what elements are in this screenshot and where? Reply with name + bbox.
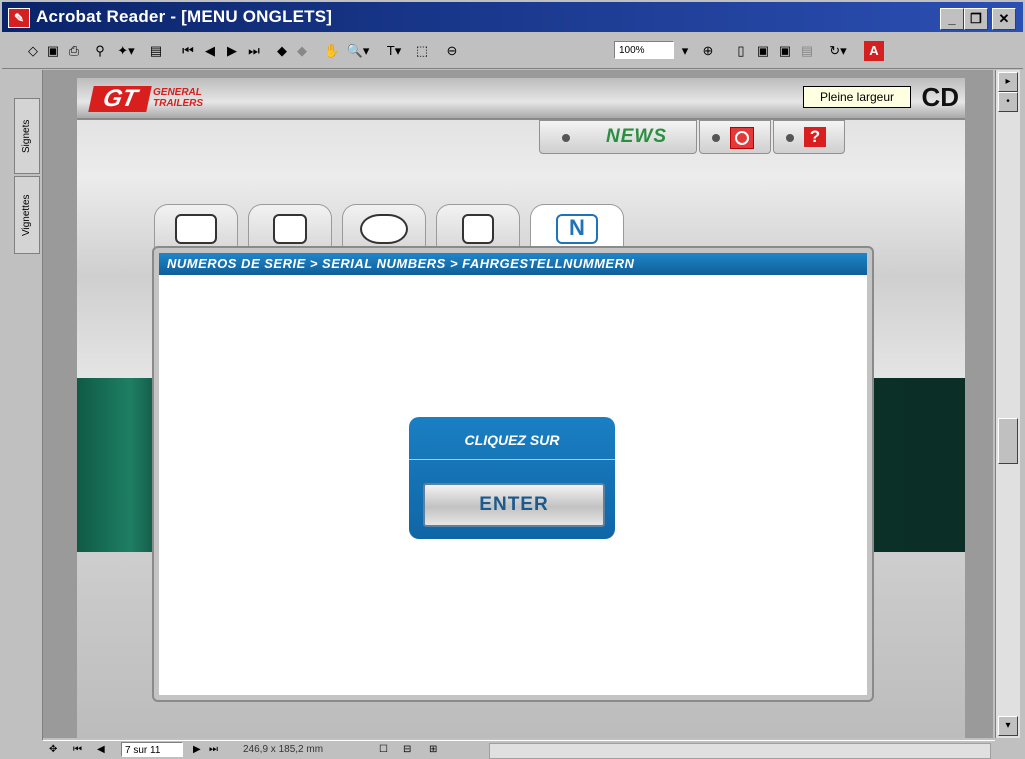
tab-serial-numbers[interactable]: N — [530, 204, 624, 251]
hand-tool-icon[interactable]: ✋ — [322, 41, 342, 61]
fit-page-icon[interactable]: ▣ — [754, 41, 772, 61]
document-page: GT GENERAL TRAILERS CD NEWS ? N NUMEROS … — [77, 78, 965, 738]
document-tab-icon — [462, 214, 494, 244]
reflow-icon[interactable]: ▤ — [798, 41, 816, 61]
nav-first-icon[interactable]: ✥ — [49, 743, 57, 757]
thumbnails-icon[interactable]: ▤ — [146, 41, 166, 61]
scroll-down-icon[interactable]: ▾ — [998, 716, 1018, 736]
tab-document[interactable] — [436, 204, 520, 249]
acrobat-window: ✎ Acrobat Reader - [MENU ONGLETS] _ ❐ ✕ … — [0, 0, 1025, 759]
fit-width-icon[interactable]: ▣ — [776, 41, 794, 61]
help-icon: ? — [804, 127, 826, 147]
scroll-up-icon[interactable]: ▸ — [998, 72, 1018, 92]
tab-vignettes[interactable]: Vignettes — [14, 176, 40, 254]
enter-box: CLIQUEZ SUR ENTER — [409, 417, 615, 539]
help-button[interactable]: ? — [773, 120, 845, 154]
actual-size-icon[interactable]: ▯ — [732, 41, 750, 61]
eye-tab-icon — [360, 214, 408, 244]
zoom-tool-icon[interactable]: 🔍▾ — [344, 41, 372, 61]
scroll-thumb[interactable] — [998, 418, 1018, 464]
tab-signets[interactable]: Signets — [14, 98, 40, 174]
first-page-icon[interactable]: ⏮ — [180, 41, 196, 61]
logo-sub-trailers: TRAILERS — [153, 98, 203, 109]
forward-icon[interactable]: ◆ — [294, 41, 310, 61]
window-title: Acrobat Reader - [MENU ONGLETS] — [36, 7, 333, 26]
cd-label: CD — [921, 82, 959, 112]
enter-caption: CLIQUEZ SUR — [409, 417, 615, 460]
search-icon[interactable]: ✦▾ — [112, 41, 140, 61]
news-button[interactable]: NEWS — [539, 120, 697, 154]
gt-logo[interactable]: GT GENERAL TRAILERS — [88, 85, 241, 114]
text-select-icon[interactable]: T▾ — [380, 41, 408, 61]
tab-eye[interactable] — [342, 204, 426, 249]
tab-info[interactable] — [248, 204, 332, 249]
bullet-icon — [562, 134, 570, 142]
page-size-label: 246,9 x 185,2 mm — [243, 744, 324, 755]
page-number-field[interactable]: 7 sur 11 — [121, 742, 183, 757]
toolbar: ◇ ▣ ⎙ ⚲ ✦▾ ▤ ⏮ ◀ ▶ ⏭ ◆ ◆ ✋ 🔍▾ T▾ ⬚ ⊖ ▾ ⊕… — [2, 34, 1023, 69]
logo-sub-general: GENERAL — [153, 87, 202, 98]
n-tab-icon: N — [556, 214, 598, 244]
back-icon[interactable]: ◆ — [274, 41, 290, 61]
next-page-icon[interactable]: ▶ — [224, 41, 240, 61]
restore-button[interactable]: ❐ — [964, 8, 988, 30]
zoom-dropdown-arrow[interactable]: ▾ — [678, 41, 692, 61]
save-icon[interactable]: ▣ — [44, 41, 62, 61]
enter-button[interactable]: ENTER — [423, 483, 605, 527]
logo-gt: GT — [88, 85, 152, 112]
find-icon[interactable]: ⚲ — [90, 41, 110, 61]
print-icon[interactable]: ⎙ — [64, 41, 84, 61]
zoom-in-icon[interactable]: ⊕ — [698, 41, 718, 61]
close-button[interactable]: ✕ — [992, 8, 1016, 30]
status-prev-page-icon[interactable]: ◀ — [97, 743, 105, 757]
prev-page-icon[interactable]: ◀ — [202, 41, 218, 61]
scroll-split-icon[interactable]: • — [998, 92, 1018, 112]
tab-box[interactable] — [154, 204, 238, 249]
graphics-select-icon[interactable]: ⬚ — [412, 41, 432, 61]
info-tab-icon — [273, 214, 307, 244]
target-icon — [730, 127, 754, 149]
last-page-icon[interactable]: ⏭ — [246, 41, 262, 61]
panel-title: NUMEROS DE SERIE > SERIAL NUMBERS > FAHR… — [159, 253, 867, 275]
zoom-out-icon[interactable]: ⊖ — [442, 41, 462, 61]
status-bar: ✥ ⏮ ◀ 7 sur 11 ▶ ⏭ 246,9 x 185,2 mm ☐ ⊟ … — [43, 740, 995, 759]
box-tab-icon — [175, 214, 217, 244]
horizontal-scrollbar[interactable] — [489, 743, 991, 759]
content-panel: NUMEROS DE SERIE > SERIAL NUMBERS > FAHR… — [154, 248, 872, 700]
acrobat-icon: ✎ — [8, 8, 30, 28]
tooltip: Pleine largeur — [803, 86, 911, 108]
vertical-scrollbar[interactable]: ▸ • ▾ — [995, 70, 1020, 738]
bullet-icon — [786, 134, 794, 142]
navigation-pane: Signets Vignettes — [2, 70, 43, 740]
single-page-icon[interactable]: ☐ — [379, 743, 388, 757]
target-button[interactable] — [699, 120, 771, 154]
open-icon[interactable]: ◇ — [24, 41, 42, 61]
facing-pages-icon[interactable]: ⊞ — [429, 743, 437, 757]
status-first-page-icon[interactable]: ⏮ — [73, 743, 82, 757]
news-label: NEWS — [606, 126, 667, 147]
document-area: GT GENERAL TRAILERS CD NEWS ? N NUMEROS … — [43, 70, 993, 738]
status-next-page-icon[interactable]: ▶ — [193, 743, 201, 757]
status-last-page-icon[interactable]: ⏭ — [209, 743, 218, 757]
zoom-input[interactable]: 100% — [614, 41, 674, 59]
nav-buttons: NEWS ? — [539, 120, 851, 154]
minimize-button[interactable]: _ — [940, 8, 964, 30]
bullet-icon — [712, 134, 720, 142]
title-bar[interactable]: ✎ Acrobat Reader - [MENU ONGLETS] _ ❐ ✕ — [2, 2, 1023, 32]
adobe-icon[interactable]: A — [864, 41, 884, 61]
continuous-icon[interactable]: ⊟ — [403, 743, 411, 757]
rotate-icon[interactable]: ↻▾ — [824, 41, 852, 61]
